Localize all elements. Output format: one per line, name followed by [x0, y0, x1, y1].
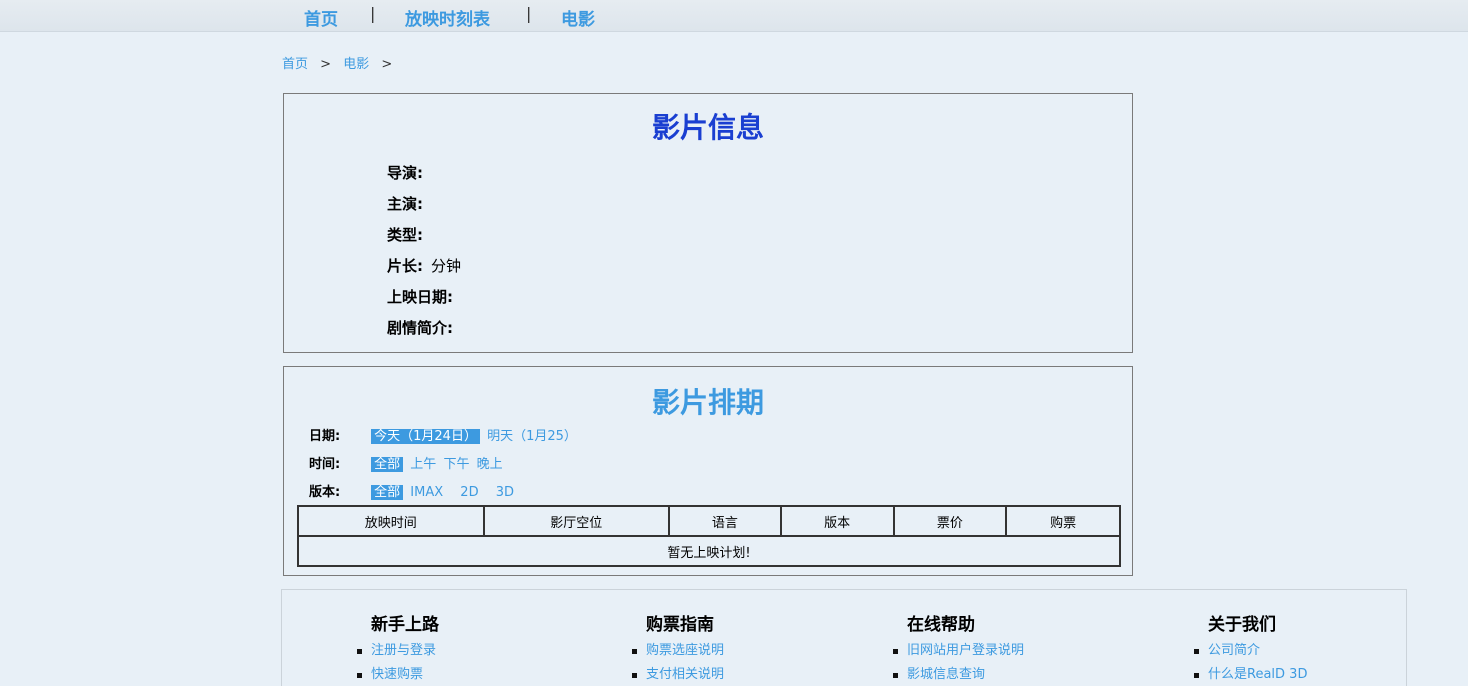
column-header: 放映时间 [297, 505, 485, 537]
footer-column-about: 关于我们 公司简介 什么是RealD 3D [1193, 610, 1307, 686]
date-filter: 日期: 今天（1月24日） 明天（1月25） [309, 425, 580, 444]
info-label: 主演: [387, 195, 423, 213]
version-option-3d[interactable]: 3D [496, 485, 514, 500]
version-filter-label: 版本: [309, 485, 341, 500]
footer-link[interactable]: 购票选座说明 [631, 639, 724, 663]
footer-column-help: 在线帮助 旧网站用户登录说明 影城信息查询 [892, 610, 1024, 686]
info-label: 导演: [387, 164, 423, 182]
date-filter-label: 日期: [309, 429, 341, 444]
time-option-afternoon[interactable]: 下午 [443, 457, 469, 472]
version-option-all[interactable]: 全部 [371, 485, 404, 500]
breadcrumb-separator: > [381, 57, 393, 72]
date-option-today[interactable]: 今天（1月24日） [371, 429, 480, 444]
breadcrumb: 首页 > 电影 > [282, 53, 400, 72]
time-option-all[interactable]: 全部 [371, 457, 404, 472]
info-label: 片长: [387, 257, 423, 275]
column-header: 影厅空位 [482, 505, 671, 537]
nav-movie[interactable]: 电影 [561, 5, 595, 30]
footer-column-beginners: 新手上路 注册与登录 快速购票 [357, 610, 439, 686]
footer-link[interactable]: 影城信息查询 [892, 663, 1024, 686]
column-header: 版本 [779, 505, 895, 537]
column-header: 票价 [892, 505, 1008, 537]
time-filter-label: 时间: [309, 457, 341, 472]
footer-column-title: 购票指南 [646, 615, 714, 635]
footer-column-title: 关于我们 [1208, 615, 1276, 635]
footer-link[interactable]: 公司简介 [1193, 639, 1307, 663]
table-header-row: 放映时间 影厅空位 语言 版本 票价 购票 [297, 505, 1121, 537]
info-row-synopsis: 剧情简介: [387, 317, 461, 348]
time-option-morning[interactable]: 上午 [410, 457, 436, 472]
footer: 新手上路 注册与登录 快速购票 购票指南 购票选座说明 支付相关说明 在线帮助 … [281, 589, 1407, 686]
info-row-duration: 片长: 分钟 [387, 255, 461, 286]
info-label: 剧情简介: [387, 319, 453, 337]
info-value: 分钟 [431, 257, 462, 275]
info-row-release-date: 上映日期: [387, 286, 461, 317]
nav-separator: | [370, 4, 376, 23]
info-label: 类型: [387, 226, 423, 244]
nav-separator: | [526, 4, 532, 23]
breadcrumb-home[interactable]: 首页 [282, 57, 308, 72]
footer-link[interactable]: 什么是RealD 3D [1193, 663, 1307, 686]
version-filter: 版本: 全部 IMAX 2D 3D [309, 481, 517, 500]
nav-home[interactable]: 首页 [304, 5, 338, 30]
nav-schedule[interactable]: 放映时刻表 [405, 5, 490, 30]
date-option-tomorrow[interactable]: 明天（1月25） [487, 429, 577, 444]
column-header: 语言 [668, 505, 782, 537]
schedule-table: 放映时间 影厅空位 语言 版本 票价 购票 暂无上映计划! [297, 505, 1121, 567]
movie-info-title: 影片信息 [651, 111, 764, 144]
info-row-genre: 类型: [387, 224, 461, 255]
info-label: 上映日期: [387, 288, 453, 306]
time-filter: 时间: 全部 上午 下午 晚上 [309, 453, 506, 472]
movie-info-list: 导演: 主演: 类型: 片长: 分钟 上映日期: 剧情简介: [387, 162, 461, 348]
column-header: 购票 [1005, 505, 1121, 537]
footer-link[interactable]: 快速购票 [357, 663, 439, 686]
footer-column-title: 在线帮助 [907, 615, 975, 635]
footer-column-title: 新手上路 [371, 615, 439, 635]
top-nav: 首页 | 放映时刻表 | 电影 [0, 0, 1468, 32]
empty-message: 暂无上映计划! [297, 535, 1121, 567]
version-option-2d[interactable]: 2D [460, 485, 478, 500]
time-option-evening[interactable]: 晚上 [477, 457, 503, 472]
footer-link[interactable]: 旧网站用户登录说明 [892, 639, 1024, 663]
footer-link[interactable]: 支付相关说明 [631, 663, 724, 686]
breadcrumb-separator: > [320, 57, 332, 72]
info-row-director: 导演: [387, 162, 461, 193]
info-row-cast: 主演: [387, 193, 461, 224]
schedule-panel: 影片排期 日期: 今天（1月24日） 明天（1月25） 时间: 全部 上午 下午… [283, 366, 1133, 576]
footer-link[interactable]: 注册与登录 [357, 639, 439, 663]
table-row: 暂无上映计划! [297, 535, 1121, 567]
breadcrumb-movie[interactable]: 电影 [343, 57, 369, 72]
movie-info-panel: 影片信息 导演: 主演: 类型: 片长: 分钟 上映日期: 剧情简介: [283, 93, 1133, 353]
version-option-imax[interactable]: IMAX [410, 485, 443, 500]
schedule-title: 影片排期 [651, 386, 764, 419]
footer-column-ticket-guide: 购票指南 购票选座说明 支付相关说明 [631, 610, 724, 686]
